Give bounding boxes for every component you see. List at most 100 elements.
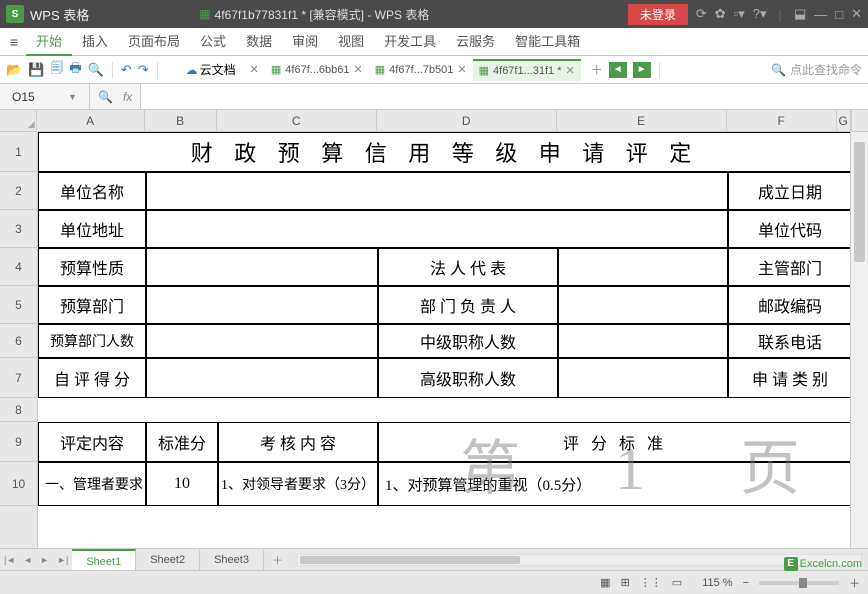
undo-icon[interactable]: ↶ (121, 62, 132, 78)
formula-search-icon[interactable]: 🔍 (98, 90, 113, 104)
row-header-6[interactable]: 6 (0, 324, 37, 358)
skin-icon[interactable]: ▫▾ (734, 6, 745, 22)
row-header-2[interactable]: 2 (0, 172, 37, 210)
sheet-nav-first[interactable]: |◄ (0, 555, 19, 565)
row-header-8[interactable]: 8 (0, 398, 37, 422)
row-header-9[interactable]: 9 (0, 422, 37, 462)
cell[interactable] (146, 210, 728, 248)
sheet-tab-2[interactable]: Sheet3 (200, 549, 264, 570)
cell[interactable]: 单位地址 (38, 210, 146, 248)
cell[interactable] (146, 358, 378, 398)
cell[interactable] (146, 172, 728, 210)
sheet-tab-0[interactable]: Sheet1 (72, 549, 136, 570)
cell[interactable]: 成立日期 (728, 172, 852, 210)
select-all-corner[interactable]: ◢ (0, 110, 37, 132)
cell[interactable]: 单位代码 (728, 210, 852, 248)
menu-1[interactable]: 插入 (72, 28, 118, 56)
fx-label[interactable]: fx (123, 90, 132, 104)
cell[interactable]: 预算性质 (38, 248, 146, 286)
row-header-5[interactable]: 5 (0, 286, 37, 324)
close-icon[interactable]: ✕ (566, 64, 575, 77)
preview-icon[interactable]: 🔍 (88, 62, 104, 78)
export-icon[interactable]: 🗐 (50, 59, 63, 81)
menu-4[interactable]: 数据 (236, 28, 282, 56)
spreadsheet-grid[interactable]: 财 政 预 算 信 用 等 级 申 请 评 定单位名称成立日期单位地址单位代码预… (38, 132, 850, 548)
maximize-icon[interactable]: □ (835, 7, 843, 22)
minimize-icon[interactable]: — (814, 7, 827, 22)
zoom-in-icon[interactable]: ＋ (849, 575, 860, 591)
cell[interactable] (558, 248, 728, 286)
add-tab-icon[interactable]: ＋ (591, 61, 603, 78)
cell[interactable] (146, 324, 378, 358)
close-icon[interactable]: ✕ (851, 6, 862, 22)
col-header-D[interactable]: D (377, 110, 557, 131)
tab-close-0[interactable]: ✕ (250, 63, 259, 76)
redo-icon[interactable]: ↷ (138, 62, 149, 78)
menu-3[interactable]: 公式 (190, 28, 236, 56)
sync-icon[interactable]: ⟳ (696, 6, 707, 22)
view-normal-icon[interactable]: ▦ (600, 576, 610, 589)
print-icon[interactable]: 🖶 (69, 59, 81, 81)
col-header-G[interactable]: G (837, 110, 851, 131)
sheet-nav-prev[interactable]: ◄ (19, 555, 36, 565)
add-sheet-icon[interactable]: ＋ (264, 552, 291, 568)
close-icon[interactable]: ✕ (354, 63, 363, 76)
zoom-slider[interactable] (759, 581, 839, 585)
cell[interactable]: 考 核 内 容 (218, 422, 378, 462)
cell[interactable] (146, 286, 378, 324)
doc-tab-2[interactable]: ▦4f67f1...31f1 *✕ (473, 59, 581, 81)
zoom-out-icon[interactable]: − (743, 577, 749, 589)
cell[interactable]: 联系电话 (728, 324, 852, 358)
sheet-tab-1[interactable]: Sheet2 (136, 549, 200, 570)
login-button[interactable]: 未登录 (628, 4, 688, 25)
cell[interactable]: 1、对领导者要求（3分） (218, 462, 378, 506)
row-header-3[interactable]: 3 (0, 210, 37, 248)
open-icon[interactable]: 📂 (6, 62, 22, 78)
doc-tab-1[interactable]: ▦4f67f...7b501✕ (369, 59, 473, 81)
cell[interactable]: 预算部门人数 (38, 324, 146, 358)
view-items-icon[interactable]: ⋮⋮ (640, 576, 662, 589)
view-reading-icon[interactable]: ▭ (672, 576, 682, 589)
row-header-7[interactable]: 7 (0, 358, 37, 398)
menu-7[interactable]: 开发工具 (374, 28, 446, 56)
cell[interactable]: 财 政 预 算 信 用 等 级 申 请 评 定 (38, 132, 852, 172)
cell[interactable]: 申 请 类 别 (728, 358, 852, 398)
menu-main-icon[interactable]: ≡ (2, 34, 26, 50)
command-search[interactable]: 🔍 点此查找命令 (771, 61, 862, 78)
cell-reference-box[interactable]: O15 ▼ (0, 84, 90, 109)
cell[interactable]: 评 分 标 准 (378, 422, 852, 462)
menu-9[interactable]: 智能工具箱 (505, 28, 590, 56)
cell[interactable]: 自 评 得 分 (38, 358, 146, 398)
cell[interactable]: 标准分 (146, 422, 218, 462)
close-icon[interactable]: ✕ (457, 63, 466, 76)
cell[interactable]: 1、对预算管理的重视（0.5分） (378, 462, 852, 506)
save-icon[interactable]: 💾 (28, 62, 44, 78)
col-header-E[interactable]: E (557, 110, 727, 131)
cell[interactable]: 部 门 负 责 人 (378, 286, 558, 324)
horizontal-scrollbar[interactable] (297, 554, 862, 566)
cell[interactable]: 邮政编码 (728, 286, 852, 324)
row-header-1[interactable]: 1 (0, 132, 37, 172)
cell[interactable]: 一、管理者要求 (38, 462, 146, 506)
cell[interactable] (558, 324, 728, 358)
cell[interactable]: 预算部门 (38, 286, 146, 324)
tab-nav-next[interactable]: ► (633, 62, 651, 78)
view-page-icon[interactable]: ⊞ (621, 576, 630, 589)
cloud-doc-button[interactable]: ☁ 云文档 (186, 61, 236, 78)
col-header-F[interactable]: F (727, 110, 837, 131)
col-header-A[interactable]: A (37, 110, 145, 131)
cell[interactable]: 法 人 代 表 (378, 248, 558, 286)
menu-5[interactable]: 审阅 (282, 28, 328, 56)
doc-tab-0[interactable]: ▦4f67f...6bb61✕ (265, 59, 369, 81)
cell[interactable] (558, 286, 728, 324)
vertical-scrollbar[interactable] (850, 132, 868, 548)
sheet-nav-last[interactable]: ►| (53, 555, 72, 565)
menu-2[interactable]: 页面布局 (118, 28, 190, 56)
cell[interactable] (558, 358, 728, 398)
menu-6[interactable]: 视图 (328, 28, 374, 56)
tab-nav-prev[interactable]: ◄ (609, 62, 627, 78)
cell[interactable]: 10 (146, 462, 218, 506)
col-header-C[interactable]: C (217, 110, 377, 131)
cell[interactable]: 中级职称人数 (378, 324, 558, 358)
menu-8[interactable]: 云服务 (446, 28, 505, 56)
